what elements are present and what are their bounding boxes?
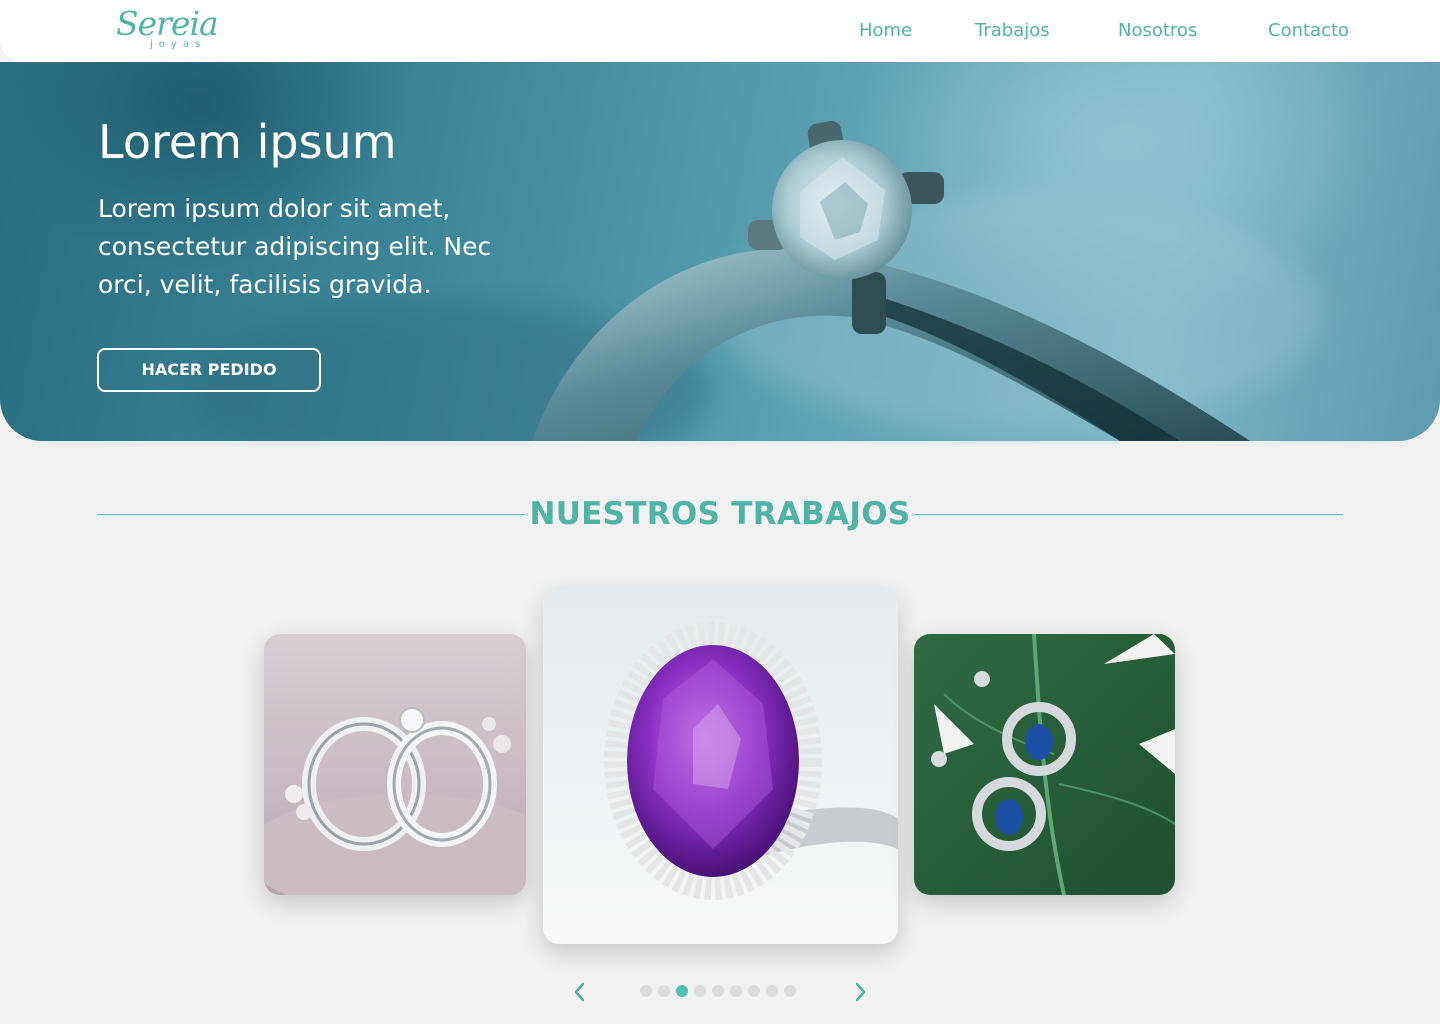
pagination-dot[interactable]: [748, 985, 760, 997]
hero-title: Lorem ipsum: [98, 115, 397, 169]
section-title: NUESTROS TRABAJOS: [529, 496, 911, 532]
wedding-rings-photo: [264, 634, 526, 895]
site-header: Sereia joyas Home Trabajos Nosotros Cont…: [0, 0, 1440, 62]
hero-banner: Lorem ipsum Lorem ipsum dolor sit amet, …: [0, 62, 1440, 441]
pagination-dot[interactable]: [766, 985, 778, 997]
pagination-dot[interactable]: [730, 985, 742, 997]
pagination-dot[interactable]: [694, 985, 706, 997]
logo[interactable]: Sereia joyas: [116, 4, 236, 54]
amethyst-ring-photo: [543, 589, 898, 944]
sapphire-earrings-photo: [914, 634, 1175, 895]
pagination-dot[interactable]: [676, 985, 688, 997]
chevron-left-icon: [574, 982, 585, 1002]
page: Sereia joyas Home Trabajos Nosotros Cont…: [0, 0, 1440, 1024]
order-button[interactable]: HACER PEDIDO: [97, 348, 321, 392]
chevron-right-icon: [855, 982, 866, 1002]
nav-nosotros-link[interactable]: Nosotros: [1118, 20, 1197, 44]
hero-description: Lorem ipsum dolor sit amet, consectetur …: [98, 194, 492, 299]
nav-home-link[interactable]: Home: [859, 20, 912, 44]
pagination-dot[interactable]: [784, 985, 796, 997]
nav-contacto-link[interactable]: Contacto: [1268, 20, 1349, 44]
pagination-dot[interactable]: [658, 985, 670, 997]
nav-trabajos-link[interactable]: Trabajos: [975, 20, 1050, 44]
pagination-dot[interactable]: [640, 985, 652, 997]
logo-main-text: Sereia: [116, 4, 219, 43]
section-divider-left: [97, 514, 526, 515]
section-divider-right: [914, 514, 1343, 515]
logo-sub-text: joyas: [150, 39, 207, 50]
carousel-card-left[interactable]: [264, 634, 526, 895]
carousel-prev-button[interactable]: [568, 978, 592, 1006]
carousel-card-center[interactable]: [543, 589, 898, 944]
pagination-dot[interactable]: [712, 985, 724, 997]
carousel-next-button[interactable]: [848, 978, 872, 1006]
carousel-card-right[interactable]: [914, 634, 1175, 895]
